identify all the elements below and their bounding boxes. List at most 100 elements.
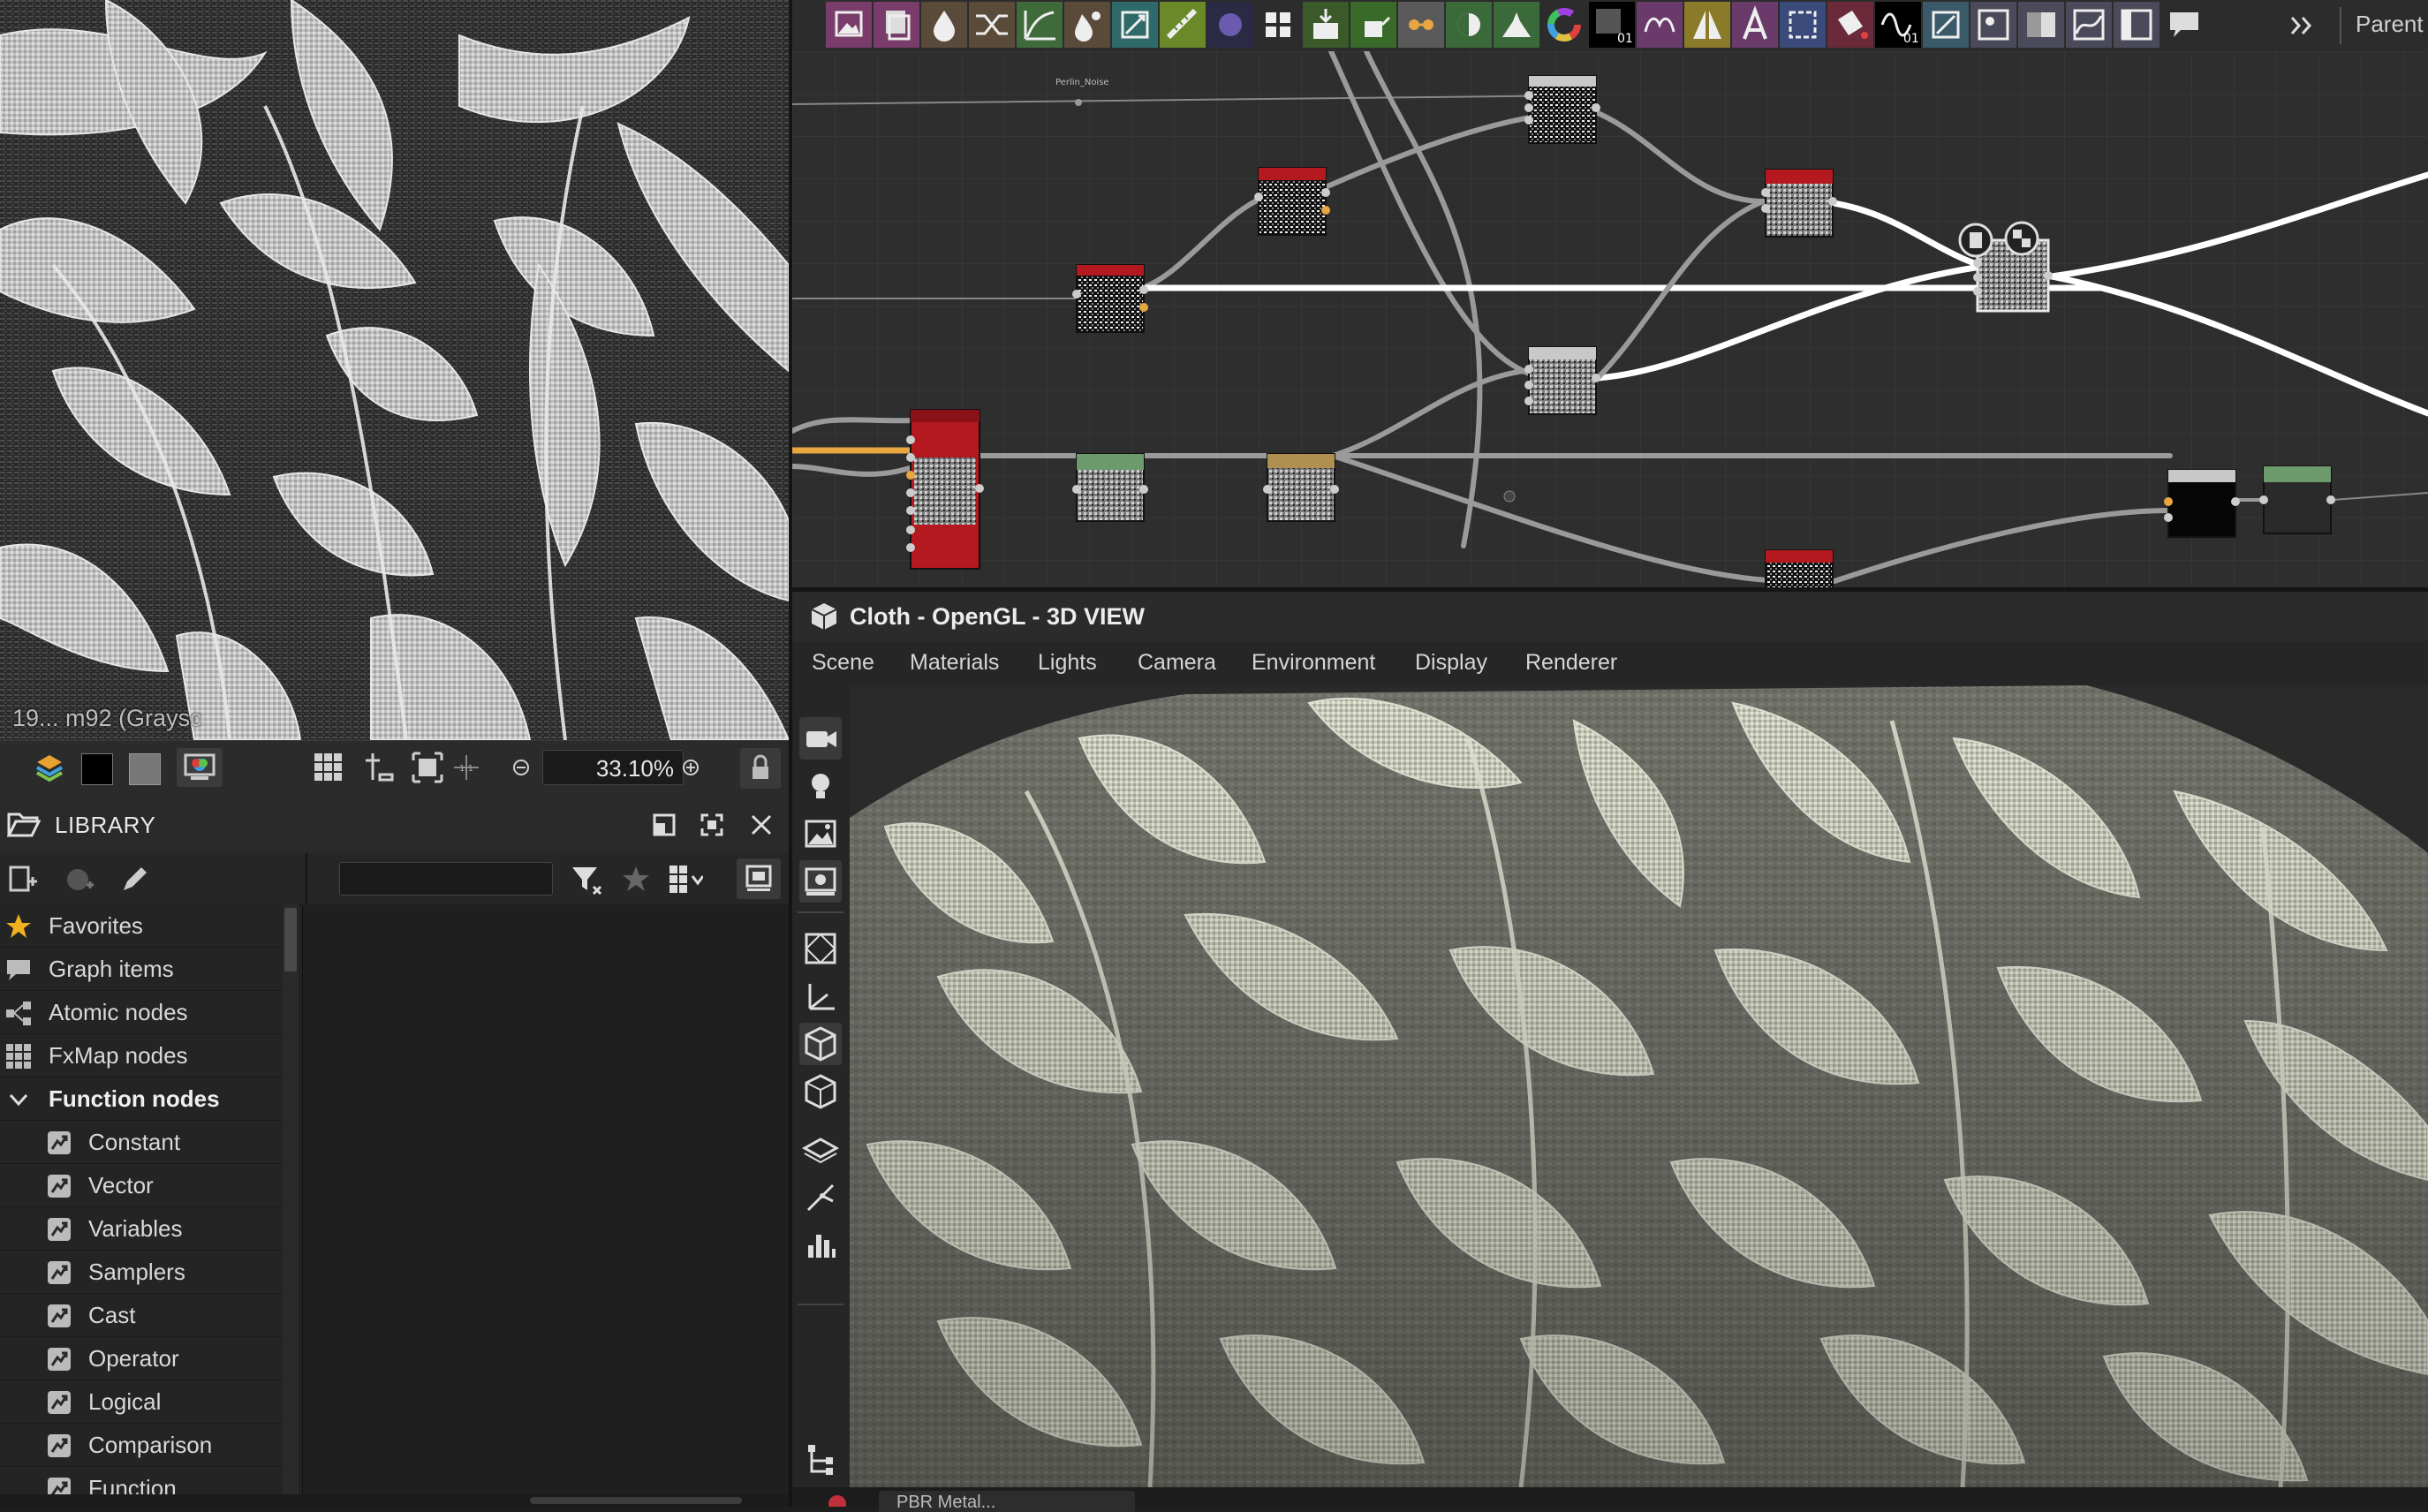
grey-swatch-button[interactable] [129,753,161,785]
float-panel-icon[interactable] [652,813,677,837]
blur-node-tool[interactable] [921,2,967,48]
zoom-input[interactable]: 33.10% [542,750,684,785]
more-tools-icon[interactable] [2287,12,2317,39]
tree-item-graph-items[interactable]: Graph items [0,948,283,991]
menu-camera[interactable]: Camera [1138,650,1216,676]
graph-wire[interactable] [792,417,919,434]
statistics-button[interactable] [799,1222,842,1265]
graph-node-large[interactable] [906,409,984,570]
hsl-node-tool[interactable] [1541,2,1587,48]
tree-item-logical[interactable]: Logical [0,1380,283,1424]
render-settings-button[interactable] [799,860,842,903]
anchor-icon[interactable] [362,750,397,785]
menu-scene[interactable]: Scene [812,650,874,676]
frame-node-tool[interactable] [2114,2,2159,48]
plane-button[interactable] [799,1127,842,1169]
tree-item-samplers[interactable]: Samplers [0,1251,283,1294]
graph-wire[interactable] [1832,508,2173,584]
tree-item-variables[interactable]: Variables [0,1207,283,1251]
star-filter-icon[interactable] [620,864,652,896]
lights-button[interactable] [799,765,842,807]
tree-item-favorites[interactable]: Favorites [0,904,283,948]
shape-node-tool[interactable] [1207,2,1253,48]
invert-node-tool[interactable] [1446,2,1492,48]
switch-node-tool[interactable] [1398,2,1444,48]
graph-node[interactable] [1254,167,1330,236]
black-swatch-button[interactable] [81,753,113,785]
preview-node-tool[interactable] [1970,2,2016,48]
graph-wire-active[interactable] [2048,273,2428,417]
bitmap-node-tool[interactable] [874,2,919,48]
mirror-node-tool[interactable] [1684,2,1730,48]
comment-tool[interactable] [2161,2,2207,48]
shuffle-node-tool[interactable] [969,2,1015,48]
output-node-tool[interactable] [1303,2,1349,48]
menu-display[interactable]: Display [1415,650,1487,676]
text-node-tool[interactable] [1732,2,1778,48]
fill-node-tool[interactable] [1350,2,1396,48]
graph-wire[interactable] [1328,51,1546,381]
graph-node[interactable] [1524,346,1600,415]
shaded-cube-button[interactable] [799,1023,842,1065]
view3d-viewport[interactable] [850,685,2428,1487]
tree-scrollbar-thumb[interactable] [284,908,297,971]
curve-map-tool[interactable] [2066,2,2112,48]
graph-wire[interactable] [792,94,1585,105]
menu-materials[interactable]: Materials [910,650,999,676]
node-graph-canvas[interactable]: Perlin_Noise [792,51,2428,587]
library-search-input[interactable] [339,862,553,896]
graph-node[interactable] [1524,75,1600,144]
graph-wire-active[interactable] [1594,260,2013,382]
zoom-in-icon[interactable] [673,750,708,785]
preview-toggle-button[interactable] [737,858,781,899]
graph-wire[interactable] [2332,492,2428,501]
graph-node-output[interactable] [2259,465,2335,534]
graph-wire[interactable] [1330,453,1793,584]
menu-environment[interactable]: Environment [1252,650,1375,676]
noise-node-tool[interactable]: 01 [1589,2,1635,48]
tree-item-comparison[interactable]: Comparison [0,1424,283,1467]
graph-wire[interactable] [792,464,919,477]
paint-node-tool[interactable] [1827,2,1873,48]
lock-view-button[interactable] [740,748,781,789]
material-tab[interactable]: PBR Metal... [879,1491,1135,1512]
cloth-mesh-render[interactable] [850,685,2428,1487]
globe-add-icon[interactable] [64,864,95,896]
camera-button[interactable] [799,717,842,760]
layers-icon[interactable] [32,750,67,785]
uv-view-button[interactable] [799,927,842,970]
pencil-icon[interactable] [118,864,150,896]
scene-tree-button[interactable] [799,1440,842,1482]
environment-button[interactable] [799,813,842,855]
filter-icon[interactable] [571,864,604,896]
tree-item-constant[interactable]: Constant [0,1121,283,1164]
histogram-node-tool[interactable] [1494,2,1539,48]
graph-node[interactable] [1072,264,1148,333]
menu-lights[interactable]: Lights [1038,650,1097,676]
tree-item-function-nodes[interactable]: Function nodes [0,1077,283,1121]
normal-node-tool[interactable] [1923,2,1969,48]
wire-cube-button[interactable] [799,1070,842,1113]
graph-wire-active[interactable] [2048,171,2428,280]
warp-node-tool[interactable] [1637,2,1683,48]
tree-item-fxmap-nodes[interactable]: FxMap nodes [0,1034,283,1077]
library-hscroll-thumb[interactable] [530,1497,742,1504]
library-horizontal-scrollbar[interactable] [0,1494,789,1507]
transform-node-tool[interactable] [1112,2,1158,48]
library-content-area[interactable] [302,904,790,1507]
view-mode-icon[interactable] [668,864,703,896]
maximize-icon[interactable] [700,813,724,837]
tile-node-tool[interactable] [1255,2,1301,48]
chevron-down-icon[interactable] [5,1086,32,1113]
gradient-node-tool[interactable] [1160,2,1206,48]
graph-node[interactable] [1765,549,1834,587]
graph-svg[interactable]: Perlin_Noise [792,51,2428,587]
fit-view-icon[interactable] [410,750,445,785]
image-node-tool[interactable] [826,2,872,48]
tree-item-vector[interactable]: Vector [0,1164,283,1207]
parent-label[interactable]: Parent [2356,11,2424,38]
curve-node-tool[interactable] [1017,2,1063,48]
menu-renderer[interactable]: Renderer [1525,650,1617,676]
tree-scrollbar[interactable] [283,904,299,1507]
tree-item-cast[interactable]: Cast [0,1294,283,1337]
